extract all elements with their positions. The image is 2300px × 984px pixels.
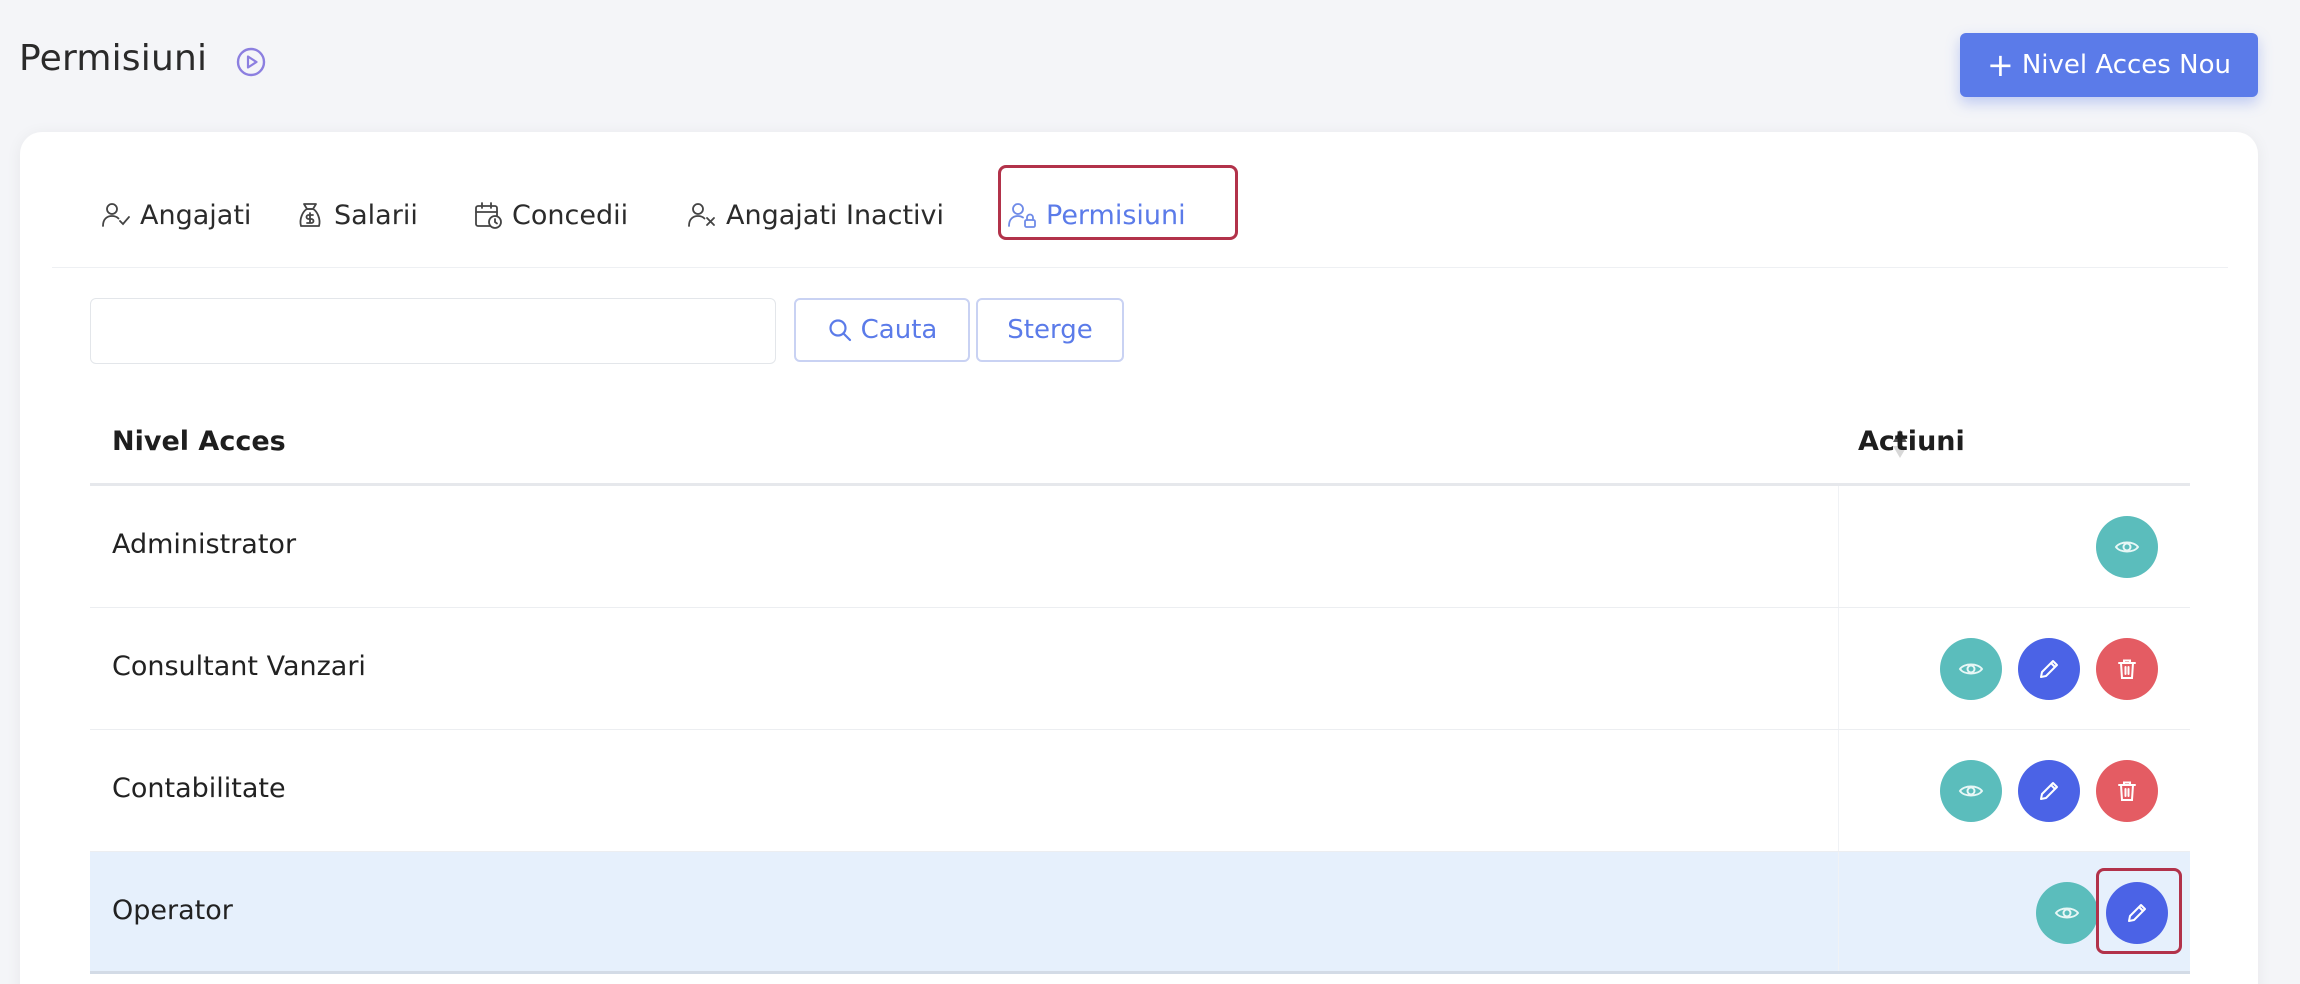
edit-button[interactable]: [2018, 638, 2080, 700]
table-row-selected: Operator: [90, 852, 2190, 974]
calendar-clock-icon: [475, 202, 502, 229]
search-icon: [829, 319, 851, 342]
user-x-icon: [688, 203, 715, 227]
tab-angajati[interactable]: Angajati: [100, 162, 251, 268]
user-check-icon: [102, 203, 130, 227]
tab-label: Salarii: [334, 199, 418, 231]
edit-button[interactable]: [2018, 760, 2080, 822]
pencil-icon: [2040, 782, 2058, 800]
page-header: Permisiuni + Nivel Acces Nou: [0, 0, 2300, 130]
view-button[interactable]: [2096, 516, 2158, 578]
view-button[interactable]: [2036, 882, 2098, 944]
tab-salarii[interactable]: Salarii: [294, 162, 418, 268]
table-row: Contabilitate: [90, 730, 2190, 852]
access-level-name: Consultant Vanzari: [112, 651, 366, 682]
column-divider: [1838, 852, 1839, 971]
pencil-icon: [2040, 660, 2058, 678]
new-access-level-button[interactable]: + Nivel Acces Nou: [1960, 33, 2258, 97]
tab-concedii[interactable]: Concedii: [472, 162, 628, 268]
clear-button-label: Sterge: [1007, 315, 1093, 345]
edit-button[interactable]: [2106, 882, 2168, 944]
plus-icon: +: [1987, 46, 2014, 84]
column-divider: [1838, 608, 1839, 729]
access-level-name: Contabilitate: [112, 773, 286, 804]
view-button[interactable]: [1940, 638, 2002, 700]
delete-button[interactable]: [2096, 638, 2158, 700]
column-divider: [1838, 730, 1839, 851]
search-button-label: Cauta: [860, 315, 938, 345]
eye-icon: [2114, 541, 2140, 553]
search-button[interactable]: Cauta: [794, 298, 970, 362]
delete-button[interactable]: [2096, 760, 2158, 822]
user-lock-icon: [1008, 203, 1036, 228]
eye-icon: [2054, 907, 2080, 919]
table-header: Nivel Acces Actiuni: [90, 402, 2190, 486]
tab-label: Concedii: [512, 199, 629, 231]
tab-label: Angajati Inactivi: [726, 199, 945, 231]
eye-icon: [1958, 663, 1984, 675]
page-title: Permisiuni: [19, 38, 208, 79]
column-header-access-level[interactable]: Nivel Acces: [112, 426, 286, 457]
clear-button[interactable]: Sterge: [976, 298, 1124, 362]
tab-angajati-inactivi[interactable]: Angajati Inactivi: [686, 162, 944, 268]
table-row: Consultant Vanzari: [90, 608, 2190, 730]
column-header-actions: Actiuni: [1858, 426, 1965, 457]
access-level-name: Administrator: [112, 529, 297, 560]
tab-permisiuni[interactable]: Permisiuni: [1006, 162, 1186, 268]
money-bag-icon: [299, 203, 321, 227]
table-row: Administrator: [90, 486, 2190, 608]
pencil-icon: [2128, 904, 2146, 922]
view-button[interactable]: [1940, 760, 2002, 822]
play-circle-icon[interactable]: [235, 46, 267, 78]
tab-bar: Angajati Salarii Concedii Angajati Inact…: [52, 162, 2228, 268]
eye-icon: [1958, 785, 1984, 797]
trash-icon: [2118, 781, 2136, 801]
tab-label: Angajati: [140, 199, 252, 231]
new-access-level-label: Nivel Acces Nou: [2021, 50, 2231, 80]
tab-label: Permisiuni: [1046, 199, 1186, 231]
access-level-name: Operator: [112, 895, 233, 926]
column-divider: [1838, 486, 1839, 607]
search-input[interactable]: [90, 298, 776, 364]
trash-icon: [2118, 659, 2136, 679]
